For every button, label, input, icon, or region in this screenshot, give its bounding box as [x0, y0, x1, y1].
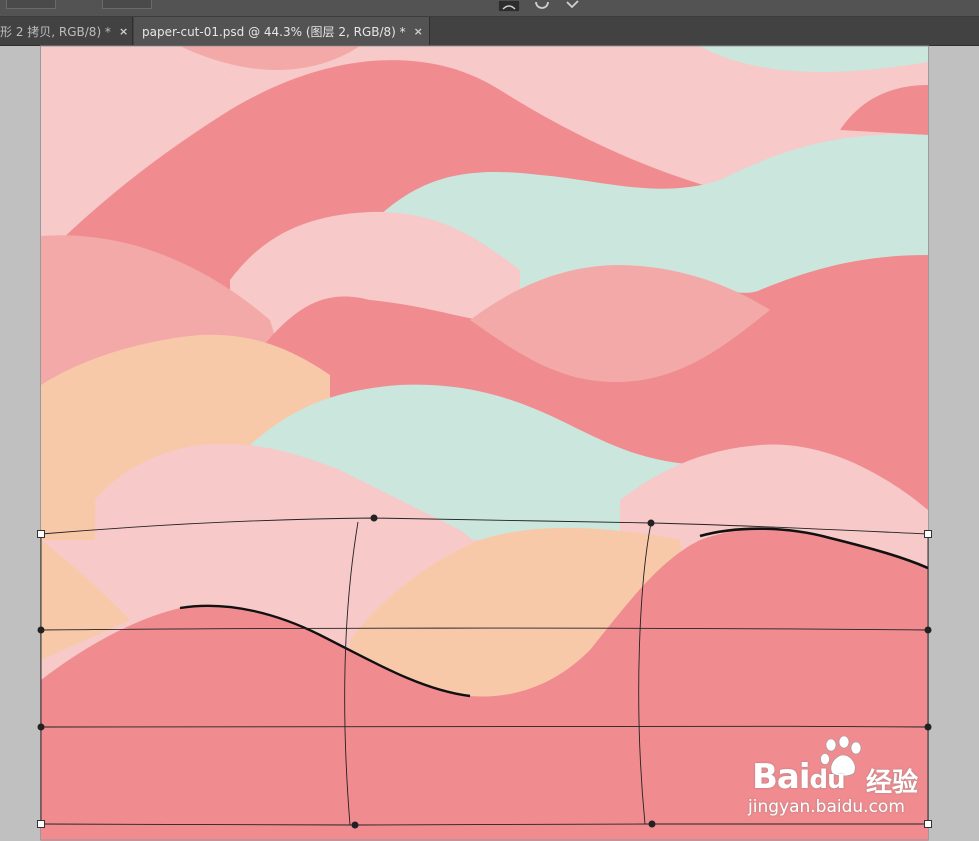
watermark-chinese: 经验: [866, 768, 919, 798]
corner-handle-bottom-right[interactable]: [924, 820, 932, 828]
watermark-brand: Baidu: [752, 757, 846, 797]
corner-handle-top-left[interactable]: [37, 530, 45, 538]
control-point[interactable]: [924, 626, 932, 634]
control-point[interactable]: [37, 723, 45, 731]
watermark-url: jingyan.baidu.com: [748, 797, 905, 817]
baidu-watermark: Baidu 经验 jingyan.baidu.com: [748, 735, 928, 820]
control-point[interactable]: [37, 626, 45, 634]
control-point[interactable]: [370, 514, 378, 522]
control-point[interactable]: [647, 519, 655, 527]
corner-handle-bottom-left[interactable]: [37, 820, 45, 828]
control-point[interactable]: [648, 820, 656, 828]
document-canvas[interactable]: [0, 0, 979, 841]
control-point[interactable]: [924, 723, 932, 731]
corner-handle-top-right[interactable]: [924, 530, 932, 538]
artwork: [41, 46, 928, 841]
control-point[interactable]: [351, 821, 359, 829]
